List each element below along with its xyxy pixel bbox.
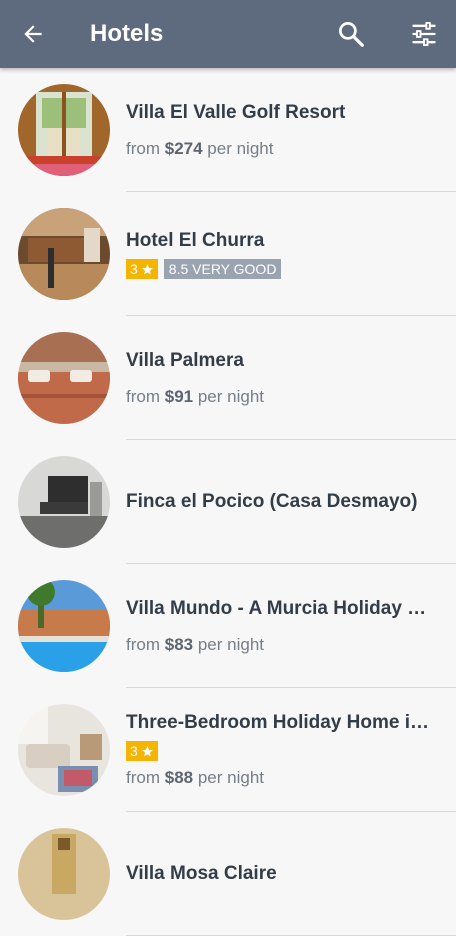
- hotel-photo: [18, 828, 110, 920]
- star-rating-badge: 3: [126, 259, 158, 279]
- star-rating-badge: 3: [126, 741, 158, 761]
- hotel-photo: [18, 580, 110, 672]
- hotel-name: Three-Bedroom Holiday Home in Torre-Pach…: [126, 712, 438, 733]
- hotel-list-item[interactable]: Hotel El Churra 3 8.5 VERY GOOD: [0, 192, 456, 316]
- hotel-name: Villa Mosa Claire: [126, 863, 277, 884]
- app-bar: Hotels: [0, 0, 456, 68]
- hotel-name: Villa El Valle Golf Resort: [126, 101, 346, 123]
- hotel-list-item[interactable]: Three-Bedroom Holiday Home in Torre-Pach…: [0, 688, 456, 812]
- hotel-price: from $83 per night: [126, 634, 265, 654]
- hotel-list: Villa El Valle Golf Resort from $274 per…: [0, 68, 456, 936]
- hotel-name: Finca el Pocico (Casa Desmayo): [126, 491, 418, 512]
- star-icon: [141, 263, 153, 274]
- review-score-badge: 8.5 VERY GOOD: [163, 259, 282, 279]
- hotel-photo: [18, 84, 110, 176]
- hotel-photo: [18, 208, 110, 300]
- hotel-price: from $91 per night: [126, 386, 265, 406]
- sliders-icon: [412, 21, 436, 47]
- hotel-name: Villa Palmera: [126, 349, 244, 371]
- search-button[interactable]: [331, 14, 371, 54]
- hotel-price: from $274 per night: [126, 138, 274, 158]
- hotel-list-item[interactable]: Villa Mundo - A Murcia Holiday Rentals P…: [0, 564, 456, 688]
- hotel-name: Hotel El Churra: [126, 230, 265, 251]
- search-icon: [339, 22, 364, 47]
- hotel-photo: [18, 456, 110, 548]
- hotel-name: Villa Mundo - A Murcia Holiday Rentals P…: [126, 597, 438, 619]
- filter-button[interactable]: [404, 14, 444, 54]
- back-button[interactable]: [13, 14, 53, 54]
- hotel-list-item[interactable]: Villa El Valle Golf Resort from $274 per…: [0, 68, 456, 192]
- hotel-list-item[interactable]: Villa Palmera from $91 per night: [0, 316, 456, 440]
- hotel-photo: [18, 704, 110, 796]
- star-icon: [141, 745, 153, 756]
- page-title: Hotels: [90, 20, 164, 47]
- hotel-list-item[interactable]: Villa Mosa Claire: [0, 812, 456, 936]
- hotel-price: from $88 per night: [126, 768, 265, 787]
- hotel-list-item[interactable]: Finca el Pocico (Casa Desmayo): [0, 440, 456, 564]
- hotel-photo: [18, 332, 110, 424]
- arrow-left-icon: [24, 25, 42, 43]
